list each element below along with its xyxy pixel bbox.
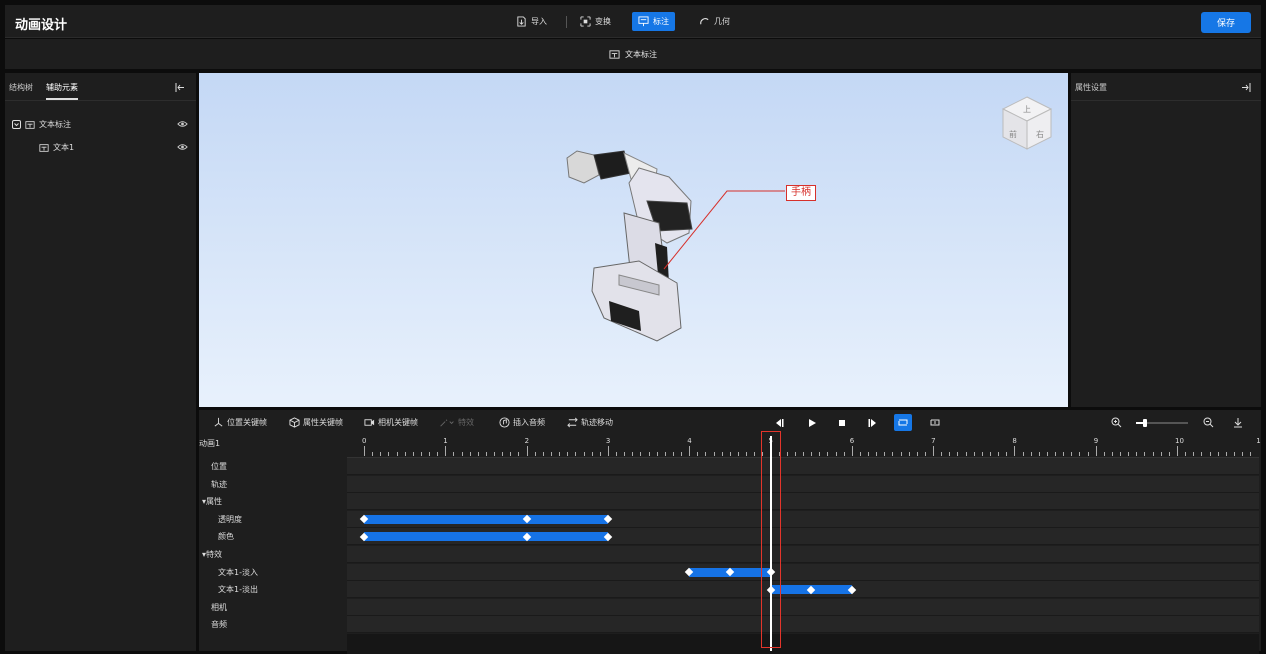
panel-divider — [1071, 100, 1261, 101]
annotate-button[interactable]: 标注 — [632, 12, 675, 31]
track-label[interactable]: 透明度 — [218, 514, 242, 525]
import-button[interactable]: 导入 — [510, 12, 553, 31]
timeline-empty-area — [347, 634, 1259, 654]
keyframe-segment[interactable] — [364, 532, 608, 542]
playhead-highlight — [760, 431, 781, 648]
zoom-slider[interactable] — [1136, 419, 1188, 427]
track-label[interactable]: 音频 — [211, 619, 227, 630]
geometry-label: 几何 — [714, 17, 730, 26]
stop-icon[interactable] — [837, 418, 847, 428]
tree-item-label: 文本标注 — [39, 120, 71, 129]
track-label[interactable]: ▾特效 — [202, 549, 222, 560]
track-row[interactable] — [347, 616, 1259, 634]
track-move-label: 轨迹移动 — [581, 418, 613, 427]
position-keyframe-label: 位置关键帧 — [227, 418, 267, 427]
mode-bar: 文本标注 — [5, 39, 1261, 69]
camera-icon — [364, 419, 375, 426]
eye-icon[interactable] — [177, 120, 188, 128]
zoom-out-icon[interactable] — [1203, 417, 1214, 428]
step-back-icon[interactable] — [774, 418, 784, 428]
save-button[interactable]: 保存 — [1201, 12, 1251, 33]
eye-icon[interactable] — [177, 143, 188, 151]
loop-button[interactable] — [894, 414, 912, 431]
play-icon[interactable] — [807, 418, 817, 428]
cube-right-label: 右 — [1036, 129, 1044, 139]
text-annotation-icon — [25, 120, 35, 129]
timeline-toolbar: 位置关键帧 属性关键帧 相机关键帧 特效 插入音频 轨迹移动 — [199, 410, 1261, 436]
zoom-in-icon[interactable] — [1111, 417, 1122, 428]
insert-audio-label: 插入音频 — [513, 418, 545, 427]
tab-structure-tree[interactable]: 结构树 — [9, 82, 33, 93]
cube-top-label: 上 — [1023, 105, 1031, 114]
track-row[interactable] — [347, 493, 1259, 511]
track-move-icon — [567, 417, 578, 428]
track-label[interactable]: 文本1-淡出 — [218, 584, 258, 595]
transform-label: 变换 — [595, 17, 611, 26]
collapse-left-icon[interactable] — [175, 83, 185, 92]
tab-auxiliary-elements[interactable]: 辅助元素 — [46, 82, 78, 100]
track-row[interactable] — [347, 546, 1259, 563]
timeline-panel: 动画1 0123456789101 位置轨迹▾属性透明度颜色▾特效文本1-淡入文… — [199, 431, 1261, 654]
track-label[interactable]: 相机 — [211, 602, 227, 613]
track-label[interactable]: 轨迹 — [211, 479, 227, 490]
view-cube[interactable]: 上 前 右 — [1001, 95, 1053, 151]
top-bar: 动画设计 导入 变换 标注 几何 保存 — [5, 5, 1261, 38]
3d-viewport[interactable]: 手柄 上 前 右 — [199, 73, 1068, 407]
axes-icon — [214, 417, 223, 427]
arc-icon — [700, 18, 709, 25]
tree-item-label: 文本1 — [53, 143, 75, 152]
text-annotation-icon — [609, 49, 620, 59]
camera-keyframe-label: 相机关键帧 — [378, 418, 418, 427]
step-forward-icon[interactable] — [868, 418, 878, 428]
geometry-button[interactable]: 几何 — [693, 12, 736, 31]
camera-keyframe-button[interactable]: 相机关键帧 — [364, 417, 418, 428]
loop-once-icon[interactable] — [929, 417, 941, 428]
tree-item-text1[interactable]: 文本1 — [39, 142, 74, 153]
properties-title: 属性设置 — [1075, 83, 1107, 92]
audio-icon — [499, 417, 510, 428]
text-annotation-icon — [39, 143, 49, 152]
attribute-keyframe-label: 属性关键帧 — [303, 418, 343, 427]
app-title: 动画设计 — [15, 18, 68, 33]
transform-icon — [580, 16, 591, 27]
mode-label: 文本标注 — [625, 49, 657, 59]
track-label[interactable]: ▾属性 — [202, 496, 222, 507]
annotate-icon — [638, 16, 649, 27]
drill-model[interactable] — [199, 73, 1068, 407]
effect-icon — [440, 419, 454, 427]
import-label: 导入 — [531, 17, 547, 26]
annotate-label: 标注 — [653, 17, 669, 26]
collapse-right-icon[interactable] — [1241, 83, 1251, 92]
keyframe-segment[interactable] — [364, 514, 608, 524]
download-icon[interactable] — [1233, 417, 1243, 428]
loop-icon — [898, 419, 908, 426]
track-move-button[interactable]: 轨迹移动 — [567, 417, 613, 428]
track-row[interactable] — [347, 563, 1259, 581]
track-label[interactable]: 颜色 — [218, 531, 234, 542]
track-row[interactable] — [347, 458, 1259, 475]
track-row[interactable] — [347, 598, 1259, 616]
zoom-slider-handle[interactable] — [1143, 419, 1148, 427]
effect-button[interactable]: 特效 — [439, 417, 474, 428]
track-label[interactable]: 位置 — [211, 461, 227, 472]
right-panel: 属性设置 — [1071, 73, 1261, 407]
track-label[interactable]: 文本1-淡入 — [218, 567, 258, 578]
tree-item-text-annotation[interactable]: 文本标注 — [12, 119, 71, 130]
left-panel: 结构树 辅助元素 文本标注 文本1 — [5, 73, 196, 651]
cube-front-label: 前 — [1009, 129, 1017, 139]
toolbar-divider — [566, 16, 567, 28]
import-icon — [517, 16, 526, 27]
panel-divider — [5, 100, 196, 101]
effect-label: 特效 — [458, 418, 474, 427]
track-row[interactable] — [347, 475, 1259, 493]
attribute-keyframe-button[interactable]: 属性关键帧 — [289, 417, 343, 428]
insert-audio-button[interactable]: 插入音频 — [499, 417, 545, 428]
cube-icon — [289, 417, 300, 428]
chevron-down-icon[interactable] — [12, 120, 21, 129]
transform-button[interactable]: 变换 — [574, 12, 617, 31]
callout-label[interactable]: 手柄 — [786, 185, 816, 201]
position-keyframe-button[interactable]: 位置关键帧 — [213, 417, 267, 428]
